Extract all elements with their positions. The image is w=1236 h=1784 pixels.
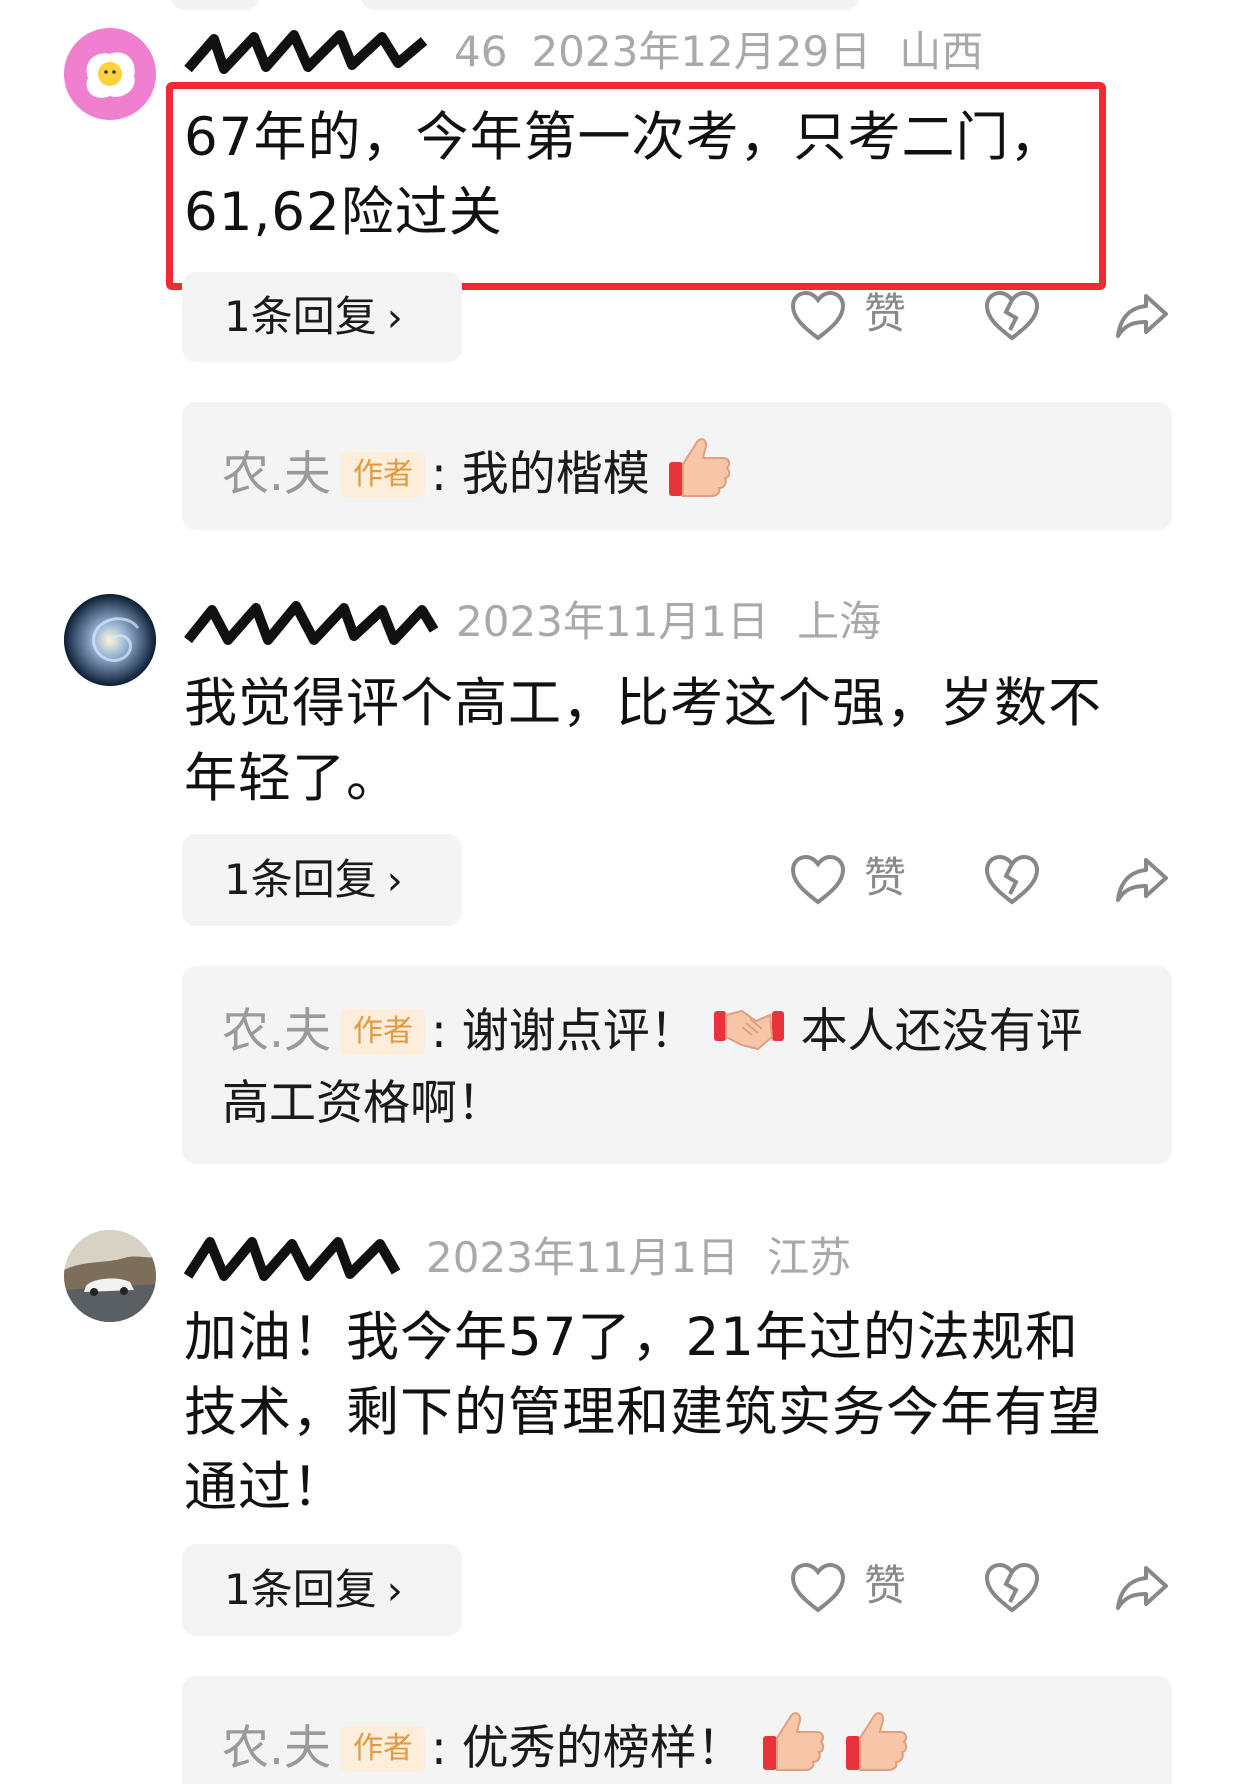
comment-meta: 2023年11月1日 上海	[184, 594, 881, 654]
author-reply-text: 优秀的榜样！	[461, 1721, 744, 1776]
comment-location: 上海	[797, 597, 882, 646]
comment-meta: 46 2023年12月29日 山西	[184, 24, 983, 81]
comment-text-line: 加油！我今年57了，21年过的法规和	[184, 1307, 1079, 1368]
author-badge: 作者	[340, 452, 425, 498]
like-heart-icon[interactable]	[790, 290, 846, 342]
like-label[interactable]: 赞	[864, 1558, 906, 1614]
comment-meta: 2023年11月1日 江苏	[184, 1230, 851, 1290]
username-partial: 46	[454, 27, 508, 76]
previous-row-stub-right	[360, 0, 860, 10]
comment-location: 江苏	[767, 1233, 852, 1282]
handshake-icon	[713, 1009, 784, 1051]
dislike-broken-heart-icon[interactable]	[984, 1562, 1040, 1614]
reply-separator: :	[430, 447, 447, 502]
avatar[interactable]	[64, 1230, 156, 1322]
comment-text: 加油！我今年57了，21年过的法规和 技术，剩下的管理和建筑实务今年有望 通过！	[184, 1300, 1176, 1525]
share-icon[interactable]	[1114, 290, 1170, 342]
author-reply-text: 高工资格啊！	[222, 1076, 504, 1131]
like-heart-icon[interactable]	[790, 1562, 846, 1614]
like-label[interactable]: 赞	[864, 286, 906, 342]
author-reply-text: 本人还没有评	[800, 1004, 1083, 1059]
comment-actions: 赞	[0, 836, 1236, 928]
share-icon[interactable]	[1114, 1562, 1170, 1614]
like-heart-icon[interactable]	[790, 854, 846, 906]
comment-text: 我觉得评个高工，比考这个强，岁数不 年轻了。	[184, 666, 1176, 816]
redacted-username-scribble	[184, 1236, 401, 1281]
comment-date: 2023年11月1日	[456, 597, 770, 646]
reply-separator: :	[430, 1721, 447, 1776]
dislike-broken-heart-icon[interactable]	[984, 854, 1040, 906]
author-reply-text: 我的楷模	[461, 447, 650, 502]
comment-text-line: 通过！	[184, 1457, 346, 1518]
thumbs-up-icon	[762, 1712, 824, 1771]
share-icon[interactable]	[1114, 854, 1170, 906]
comment-text-line: 技术，剩下的管理和建筑实务今年有望	[184, 1382, 1102, 1443]
redacted-username-scribble	[184, 600, 439, 645]
comment-date: 2023年12月29日	[531, 27, 872, 76]
like-label[interactable]: 赞	[864, 850, 906, 906]
dislike-broken-heart-icon[interactable]	[984, 290, 1040, 342]
avatar[interactable]	[64, 28, 156, 120]
avatar[interactable]	[64, 594, 156, 686]
thumbs-up-icon	[668, 438, 730, 497]
reply-separator: :	[430, 1004, 447, 1059]
previous-row-stub-left	[170, 0, 260, 10]
author-name[interactable]: 农.夫	[222, 447, 331, 502]
comment-actions: 赞	[0, 272, 1236, 364]
thumbs-up-icon	[845, 1712, 907, 1771]
comment-date: 2023年11月1日	[426, 1233, 740, 1282]
red-highlight-box	[166, 82, 1106, 290]
author-name[interactable]: 农.夫	[222, 1721, 331, 1776]
author-reply[interactable]: 农.夫 作者: 优秀的榜样！	[182, 1676, 1172, 1784]
redacted-username-scribble	[184, 29, 428, 74]
author-name[interactable]: 农.夫	[222, 1004, 331, 1059]
author-reply[interactable]: 农.夫 作者: 我的楷模	[182, 402, 1172, 530]
comment-text-line: 我觉得评个高工，比考这个强，岁数不	[184, 673, 1102, 734]
author-reply[interactable]: 农.夫 作者: 谢谢点评！ 本人还没有评 高工资格啊！	[182, 966, 1172, 1164]
author-reply-text: 谢谢点评！	[461, 1004, 697, 1059]
comment-actions: 赞	[0, 1544, 1236, 1636]
author-badge: 作者	[340, 1009, 425, 1055]
author-badge: 作者	[340, 1726, 425, 1772]
comment-location: 山西	[899, 27, 984, 76]
comment-text-line: 年轻了。	[184, 748, 400, 809]
